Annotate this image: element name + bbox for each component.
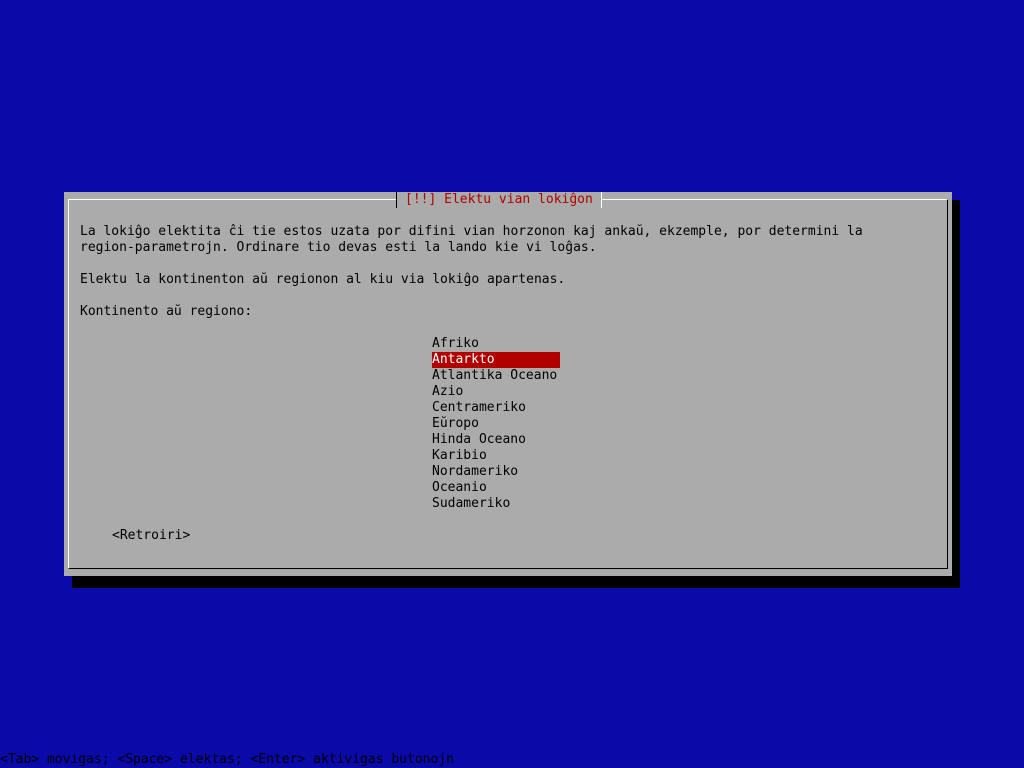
list-item-europo[interactable]: Eŭropo (432, 416, 560, 432)
back-button[interactable]: <Retroiri> (112, 528, 190, 544)
list-item-centrameriko[interactable]: Centrameriko (432, 400, 560, 416)
list-item-antarkto[interactable]: Antarkto (432, 352, 560, 368)
dialog-title: [!!] Elektu vian lokiĝon (396, 192, 602, 208)
list-item-afriko[interactable]: Afriko (432, 336, 560, 352)
instruction-text: Elektu la kontinenton aŭ regionon al kiu… (80, 272, 566, 287)
list-item-karibio[interactable]: Karibio (432, 448, 560, 464)
list-label: Kontinento aŭ regiono: (80, 304, 253, 319)
locale-dialog: [!!] Elektu vian lokiĝon La lokiĝo elekt… (64, 192, 952, 576)
status-bar: <Tab> movigas; <Space> elektas; <Enter> … (0, 752, 454, 767)
region-list[interactable]: Afriko Antarkto Atlantika Oceano Azio Ce… (432, 336, 560, 512)
description-line-2: region-parametrojn. Ordinare tio devas e… (80, 240, 597, 255)
list-item-oceanio[interactable]: Oceanio (432, 480, 560, 496)
list-item-azio[interactable]: Azio (432, 384, 560, 400)
list-item-nordameriko[interactable]: Nordameriko (432, 464, 560, 480)
description-line-1: La lokiĝo elektita ĉi tie estos uzata po… (80, 224, 863, 239)
list-item-hinda-oceano[interactable]: Hinda Oceano (432, 432, 560, 448)
list-item-sudameriko[interactable]: Sudameriko (432, 496, 560, 512)
list-item-atlantika-oceano[interactable]: Atlantika Oceano (432, 368, 560, 384)
